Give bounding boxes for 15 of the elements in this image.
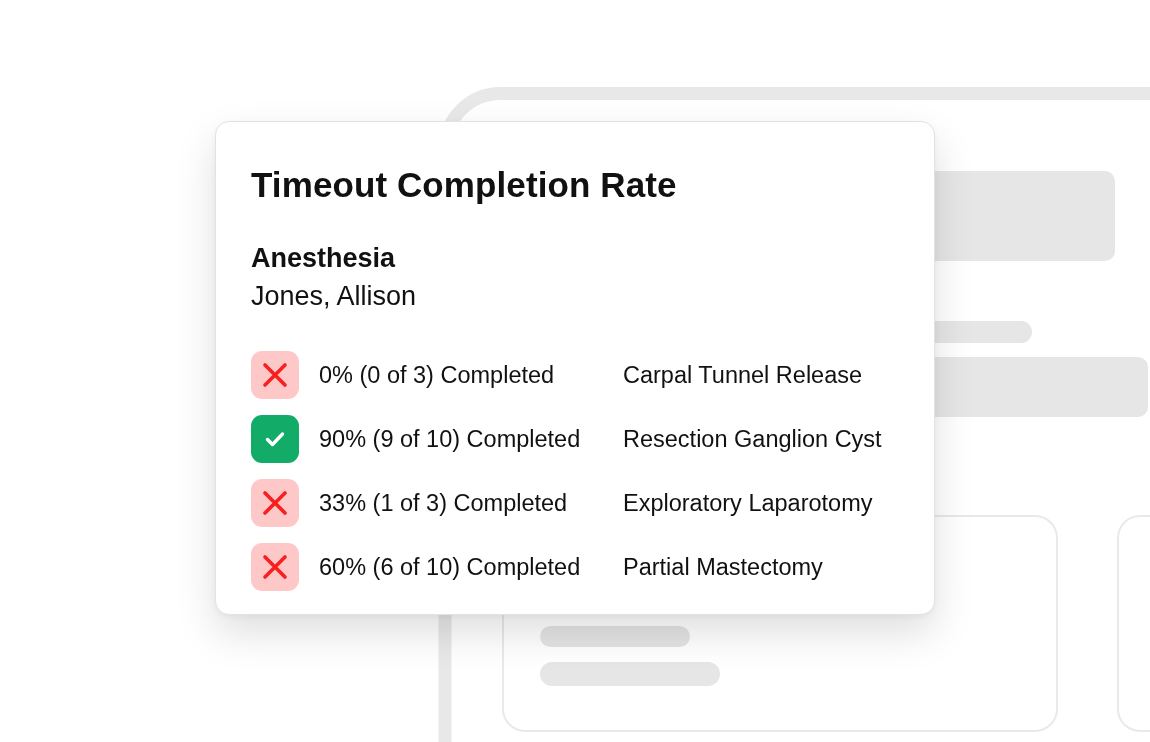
completion-rate: 33% (1 of 3) Completed	[319, 489, 568, 518]
department-label: Anesthesia	[251, 242, 396, 275]
cross-icon	[251, 351, 299, 399]
cross-icon	[251, 479, 299, 527]
completion-rate: 90% (9 of 10) Completed	[319, 425, 581, 454]
cross-icon	[251, 543, 299, 591]
procedure-name: Partial Mastectomy	[623, 553, 823, 582]
card-title: Timeout Completion Rate	[251, 164, 677, 206]
person-name: Jones, Allison	[251, 280, 417, 313]
completion-rate: 60% (6 of 10) Completed	[319, 553, 581, 582]
completion-rate: 0% (0 of 3) Completed	[319, 361, 555, 390]
check-icon	[251, 415, 299, 463]
procedure-name: Carpal Tunnel Release	[623, 361, 863, 390]
procedure-name: Resection Ganglion Cyst	[623, 425, 882, 454]
procedure-name: Exploratory Laparotomy	[623, 489, 873, 518]
